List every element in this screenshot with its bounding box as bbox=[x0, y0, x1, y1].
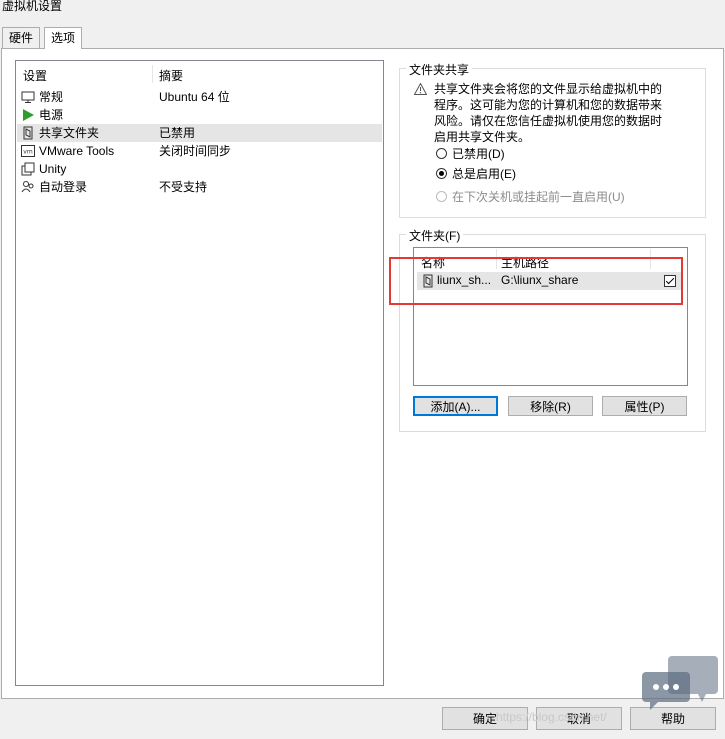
folder-host-path: G:\liunx_share bbox=[501, 273, 579, 287]
chat-bubble-icon bbox=[642, 656, 718, 710]
column-header-name[interactable]: 名称 bbox=[421, 254, 445, 271]
folders-table[interactable]: 名称 主机路径 liunx_sh... G:\liunx_share bbox=[413, 247, 688, 386]
settings-item-autologin[interactable]: 自动登录 不受支持 bbox=[17, 178, 382, 196]
svg-text:vm: vm bbox=[23, 149, 33, 156]
settings-item-label: Unity bbox=[39, 162, 67, 176]
settings-item-label: VMware Tools bbox=[39, 144, 115, 158]
radio-label: 已禁用(D) bbox=[452, 147, 505, 161]
properties-button[interactable]: 属性(P) bbox=[602, 396, 687, 416]
settings-item-summary: 关闭时间同步 bbox=[159, 144, 232, 158]
settings-item-summary: 不受支持 bbox=[159, 180, 208, 194]
header-divider bbox=[496, 249, 497, 269]
radio-label: 总是启用(E) bbox=[452, 167, 516, 181]
settings-item-shared-folders[interactable]: 共享文件夹 已禁用 bbox=[17, 124, 382, 142]
remove-button[interactable]: 移除(R) bbox=[508, 396, 593, 416]
radio-button bbox=[436, 191, 447, 202]
folder-enabled-checkbox[interactable] bbox=[664, 275, 676, 287]
column-header-setting[interactable]: 设置 bbox=[23, 67, 47, 84]
radio-button[interactable] bbox=[436, 148, 447, 159]
settings-item-summary: 已禁用 bbox=[159, 126, 196, 140]
table-row[interactable]: liunx_sh... G:\liunx_share bbox=[417, 272, 683, 290]
tab-hardware[interactable]: 硬件 bbox=[2, 27, 41, 48]
monitor-icon bbox=[21, 91, 35, 103]
folder-sharing-legend: 文件夹共享 bbox=[406, 61, 473, 78]
settings-list[interactable]: 设置 摘要 常规 Ubuntu 64 位 电源 共享文件夹 已禁用 vm VMw… bbox=[15, 60, 384, 686]
tab-bar: 硬件 选项 bbox=[0, 27, 725, 49]
watermark-text: https://blog.csdn.net/ bbox=[496, 710, 607, 724]
folder-share-icon bbox=[423, 274, 433, 288]
sharing-warning-text: 共享文件夹会将您的文件显示给虚拟机中的程序。这可能为您的计算机和您的数据带来风险… bbox=[434, 82, 663, 144]
settings-item-label: 自动登录 bbox=[39, 180, 88, 194]
radio-button[interactable] bbox=[436, 168, 447, 179]
settings-item-label: 共享文件夹 bbox=[39, 126, 100, 140]
windows-icon bbox=[21, 162, 35, 176]
radio-label: 在下次关机或挂起前一直启用(U) bbox=[452, 190, 625, 204]
settings-item-unity[interactable]: Unity bbox=[17, 160, 382, 178]
column-header-host-path[interactable]: 主机路径 bbox=[501, 254, 549, 271]
settings-item-label: 电源 bbox=[39, 108, 64, 122]
settings-item-summary: Ubuntu 64 位 bbox=[159, 90, 230, 104]
settings-item-power[interactable]: 电源 bbox=[17, 106, 382, 124]
users-icon bbox=[21, 181, 34, 193]
settings-item-vmware-tools[interactable]: vm VMware Tools 关闭时间同步 bbox=[17, 142, 382, 160]
add-button[interactable]: 添加(A)... bbox=[413, 396, 498, 416]
settings-item-label: 常规 bbox=[39, 90, 64, 104]
folders-legend: 文件夹(F) bbox=[406, 227, 464, 244]
vm-icon: vm bbox=[21, 145, 35, 157]
tab-options[interactable]: 选项 bbox=[44, 27, 83, 49]
header-divider bbox=[650, 249, 651, 269]
settings-item-general[interactable]: 常规 Ubuntu 64 位 bbox=[17, 88, 382, 106]
window-title: 虚拟机设置 bbox=[2, 0, 63, 13]
header-divider bbox=[152, 65, 153, 83]
folder-share-icon bbox=[23, 126, 33, 140]
folder-name: liunx_sh... bbox=[437, 273, 492, 287]
column-header-summary[interactable]: 摘要 bbox=[159, 67, 183, 84]
warning-icon bbox=[414, 83, 427, 95]
play-icon bbox=[23, 109, 34, 121]
